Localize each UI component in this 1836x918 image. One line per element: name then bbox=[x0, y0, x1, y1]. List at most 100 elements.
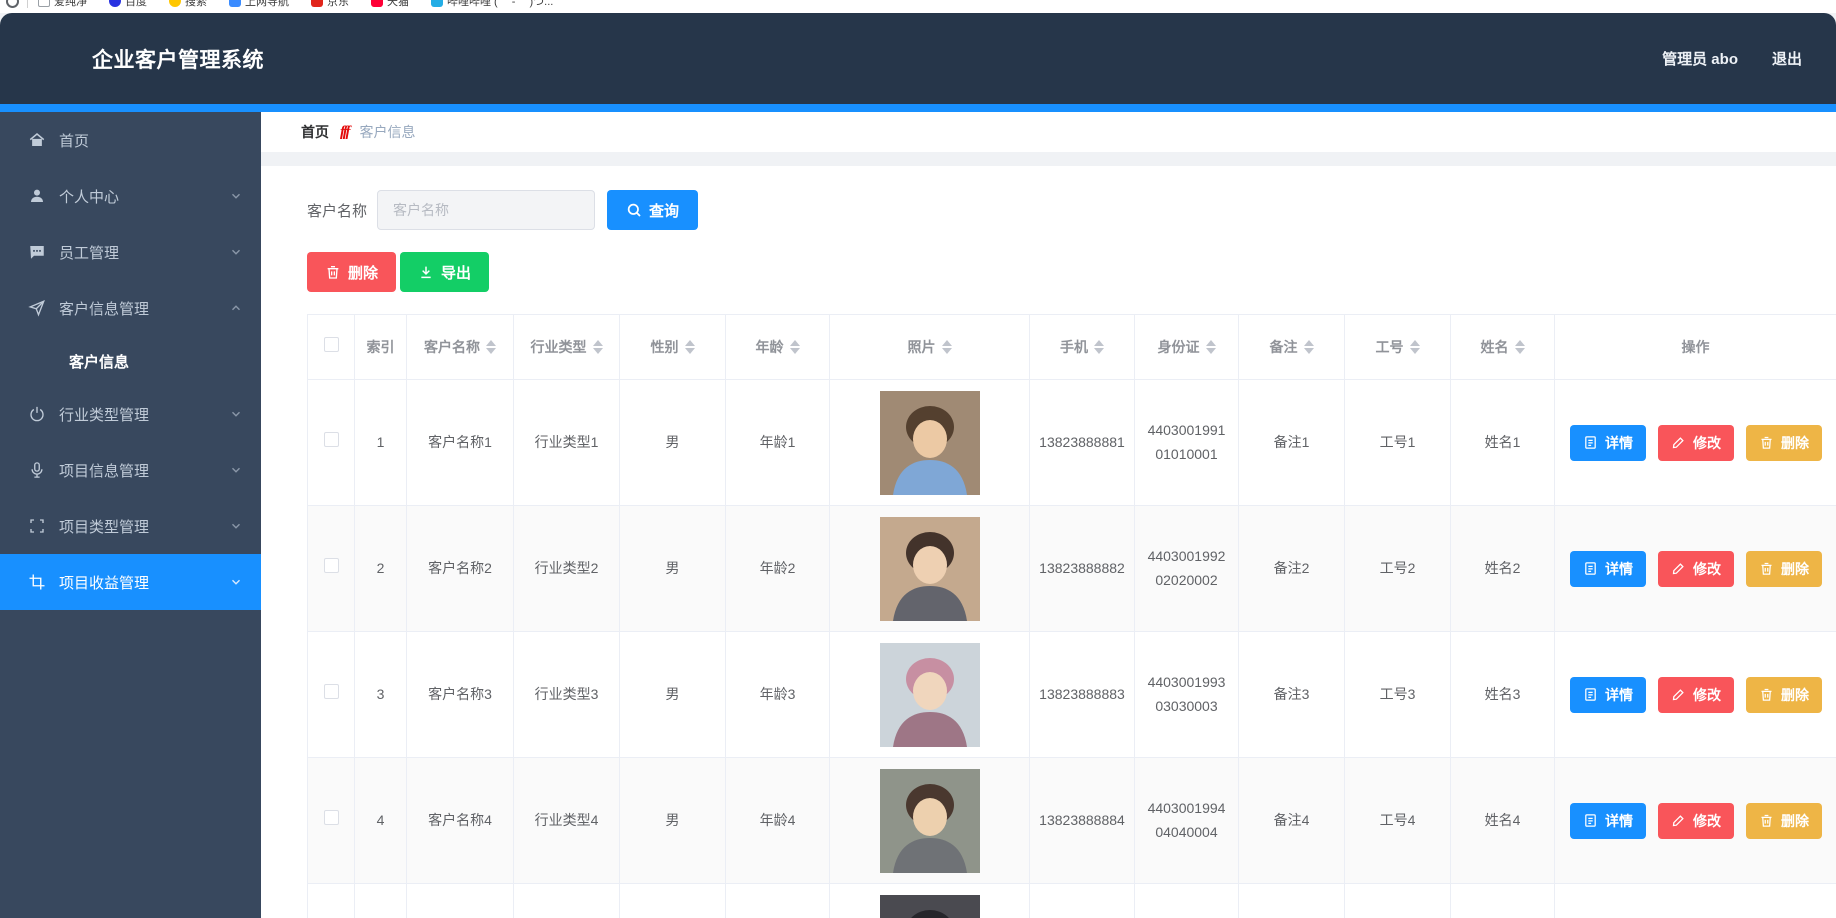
document-icon bbox=[1583, 687, 1598, 702]
expand-icon bbox=[28, 517, 46, 535]
cell-industry: 行业类型2 bbox=[514, 506, 620, 632]
sidebar-item-个人中心[interactable]: 个人中心 bbox=[0, 168, 261, 224]
cell-photo bbox=[830, 758, 1030, 884]
cell-photo bbox=[830, 884, 1030, 918]
edit-button[interactable]: 修改 bbox=[1658, 551, 1734, 587]
sort-caret-icon[interactable] bbox=[685, 340, 695, 354]
table-row: 3客户名称3行业类型3男年龄31382388888344030019930303… bbox=[308, 632, 1836, 758]
customer-photo bbox=[880, 895, 980, 918]
cell-actions: 详情修改删除 bbox=[1555, 758, 1836, 884]
detail-button[interactable]: 详情 bbox=[1570, 677, 1646, 713]
sort-caret-icon[interactable] bbox=[1304, 340, 1314, 354]
edit-button[interactable]: 修改 bbox=[1658, 425, 1734, 461]
sidebar-item-项目类型管理[interactable]: 项目类型管理 bbox=[0, 498, 261, 554]
bookmark-item[interactable]: 百度 bbox=[109, 0, 147, 9]
column-header-手机[interactable]: 手机 bbox=[1030, 315, 1135, 380]
cell-actions: 详情修改删除 bbox=[1555, 380, 1836, 506]
sidebar-item-label: 行业类型管理 bbox=[59, 404, 229, 425]
cell-name bbox=[407, 884, 514, 918]
row-checkbox[interactable] bbox=[324, 558, 339, 573]
sidebar-item-项目收益管理[interactable]: 项目收益管理 bbox=[0, 554, 261, 610]
sidebar-item-label: 项目信息管理 bbox=[59, 460, 229, 481]
sort-caret-icon[interactable] bbox=[593, 340, 603, 354]
column-label: 身份证 bbox=[1158, 337, 1200, 358]
breadcrumb: 首页 fff 客户信息 bbox=[261, 112, 1836, 152]
sort-caret-icon[interactable] bbox=[942, 340, 952, 354]
cell-name: 客户名称1 bbox=[407, 380, 514, 506]
edit-button[interactable]: 修改 bbox=[1658, 677, 1734, 713]
row-select-cell bbox=[308, 632, 355, 758]
cell-index: 1 bbox=[355, 380, 407, 506]
sidebar-item-首页[interactable]: 首页 bbox=[0, 112, 261, 168]
delete-row-button[interactable]: 删除 bbox=[1746, 551, 1822, 587]
delete-row-button[interactable]: 删除 bbox=[1746, 803, 1822, 839]
column-header-客户名称[interactable]: 客户名称 bbox=[407, 315, 514, 380]
sidebar-item-label: 个人中心 bbox=[59, 186, 229, 207]
sort-caret-icon[interactable] bbox=[486, 340, 496, 354]
column-header-备注[interactable]: 备注 bbox=[1239, 315, 1345, 380]
bookmark-item[interactable]: 上网导航 bbox=[229, 0, 289, 9]
bookmark-item[interactable]: 京东 bbox=[311, 0, 349, 9]
cell-jobno: 工号3 bbox=[1345, 632, 1451, 758]
page-icon bbox=[38, 0, 50, 7]
message-icon bbox=[28, 243, 46, 261]
home-icon bbox=[28, 131, 46, 149]
column-header-年龄[interactable]: 年龄 bbox=[726, 315, 830, 380]
detail-button[interactable]: 详情 bbox=[1570, 425, 1646, 461]
export-button[interactable]: 导出 bbox=[400, 252, 489, 292]
sidebar-item-项目信息管理[interactable]: 项目信息管理 bbox=[0, 442, 261, 498]
cell-jobno: 工号4 bbox=[1345, 758, 1451, 884]
column-label: 年龄 bbox=[756, 337, 784, 358]
delete-row-button[interactable]: 删除 bbox=[1746, 677, 1822, 713]
browser-menu-icon[interactable] bbox=[6, 0, 19, 8]
logout-button[interactable]: 退出 bbox=[1772, 48, 1802, 69]
column-header-身份证[interactable]: 身份证 bbox=[1135, 315, 1239, 380]
sort-caret-icon[interactable] bbox=[790, 340, 800, 354]
delete-row-button[interactable]: 删除 bbox=[1746, 425, 1822, 461]
column-header-行业类型[interactable]: 行业类型 bbox=[514, 315, 620, 380]
sidebar-item-label: 客户信息 bbox=[69, 351, 243, 372]
cell-gender: 男 bbox=[620, 632, 726, 758]
detail-button[interactable]: 详情 bbox=[1570, 803, 1646, 839]
sidebar-item-客户信息管理[interactable]: 客户信息管理 bbox=[0, 280, 261, 336]
cell-age bbox=[726, 884, 830, 918]
cell-person-name: 姓名3 bbox=[1451, 632, 1555, 758]
chevron-down-icon bbox=[229, 519, 243, 533]
bookmark-label: 哔哩哔哩 ( ゜- ゜)つ... bbox=[447, 0, 553, 9]
bilibili-icon bbox=[431, 0, 443, 7]
column-header-姓名[interactable]: 姓名 bbox=[1451, 315, 1555, 380]
bookmark-item[interactable]: 天猫 bbox=[371, 0, 409, 9]
bookmark-item[interactable]: 爱纯净 bbox=[38, 0, 87, 9]
cell-person-name: 姓名2 bbox=[1451, 506, 1555, 632]
column-header-性别[interactable]: 性别 bbox=[620, 315, 726, 380]
bookmark-item[interactable]: 搜索 bbox=[169, 0, 207, 9]
sort-caret-icon[interactable] bbox=[1206, 340, 1216, 354]
cell-remark: 备注3 bbox=[1239, 632, 1345, 758]
cell-remark bbox=[1239, 884, 1345, 918]
row-checkbox[interactable] bbox=[324, 810, 339, 825]
cell-idcard: 440300199101010001 bbox=[1135, 380, 1239, 506]
cell-name: 客户名称4 bbox=[407, 758, 514, 884]
customer-name-input[interactable] bbox=[377, 190, 595, 230]
bookmark-item[interactable]: 哔哩哔哩 ( ゜- ゜)つ... bbox=[431, 0, 553, 9]
trash-icon bbox=[1759, 687, 1774, 702]
row-checkbox[interactable] bbox=[324, 684, 339, 699]
sidebar-item-员工管理[interactable]: 员工管理 bbox=[0, 224, 261, 280]
sort-caret-icon[interactable] bbox=[1094, 340, 1104, 354]
edit-button[interactable]: 修改 bbox=[1658, 803, 1734, 839]
row-checkbox[interactable] bbox=[324, 432, 339, 447]
sort-caret-icon[interactable] bbox=[1515, 340, 1525, 354]
query-button[interactable]: 查询 bbox=[607, 190, 698, 230]
sort-caret-icon[interactable] bbox=[1410, 340, 1420, 354]
select-all-checkbox[interactable] bbox=[324, 337, 339, 352]
batch-delete-button[interactable]: 删除 bbox=[307, 252, 396, 292]
download-icon bbox=[418, 264, 434, 280]
column-header-工号[interactable]: 工号 bbox=[1345, 315, 1451, 380]
detail-button[interactable]: 详情 bbox=[1570, 551, 1646, 587]
breadcrumb-home-link[interactable]: 首页 bbox=[301, 122, 329, 142]
column-header-照片[interactable]: 照片 bbox=[830, 315, 1030, 380]
sidebar-item-行业类型管理[interactable]: 行业类型管理 bbox=[0, 386, 261, 442]
customer-photo bbox=[880, 391, 980, 495]
sidebar-item-客户信息[interactable]: 客户信息 bbox=[0, 336, 261, 386]
cell-industry: 行业类型1 bbox=[514, 380, 620, 506]
